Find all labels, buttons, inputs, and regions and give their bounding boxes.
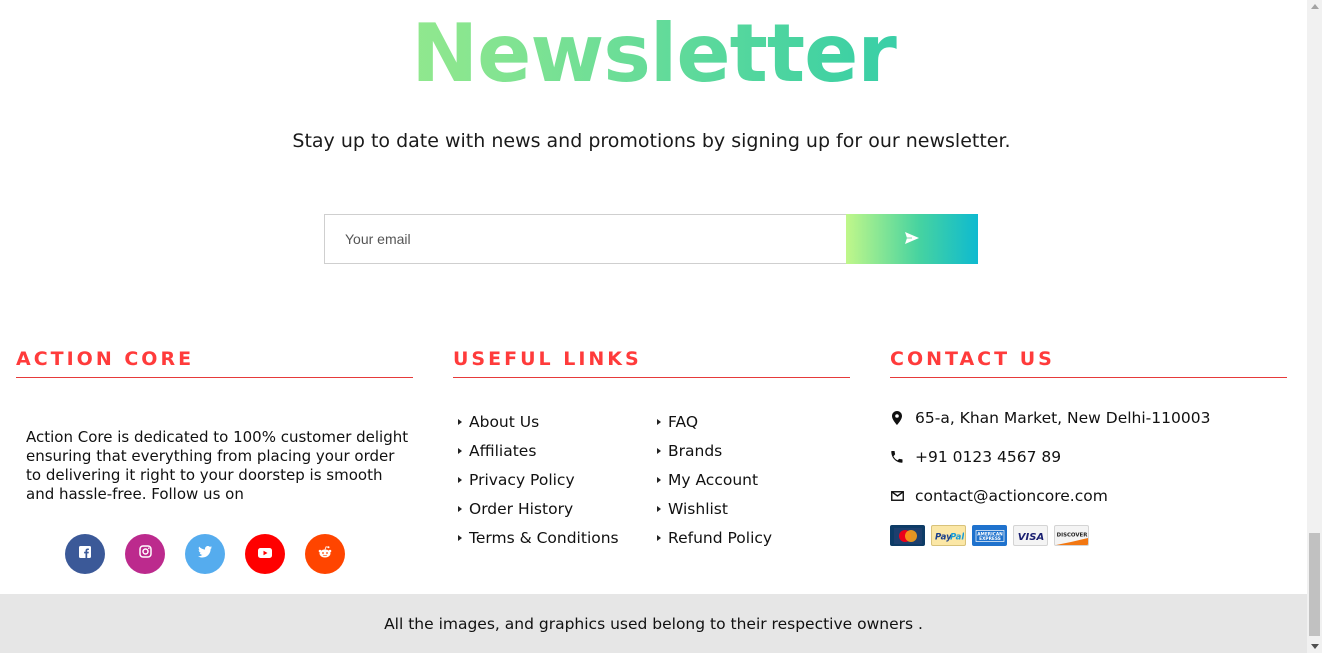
newsletter-subtitle: Stay up to date with news and promotions… [292, 130, 1011, 152]
svg-text:Pal: Pal [950, 532, 964, 542]
caret-right-icon [458, 476, 462, 483]
caret-right-icon [657, 447, 661, 454]
newsletter-form [324, 214, 978, 264]
twitter-button[interactable] [185, 534, 225, 574]
caret-right-icon [657, 418, 661, 425]
copyright-text: All the images, and graphics used belong… [384, 614, 923, 633]
social-links [65, 534, 345, 574]
mastercard-icon [890, 525, 925, 546]
instagram-icon [138, 545, 152, 563]
subscribe-button[interactable] [846, 214, 978, 264]
facebook-icon [79, 545, 91, 563]
visa-icon: VISA [1013, 525, 1048, 546]
useful-links-left: About Us Affiliates Privacy Policy Order… [458, 407, 619, 552]
newsletter-title: Newsletter [0, 8, 1307, 100]
svg-text:EXPRESS: EXPRESS [979, 536, 1001, 542]
link-faq[interactable]: FAQ [657, 407, 772, 436]
footer-bottom-bar: All the images, and graphics used belong… [0, 594, 1307, 653]
caret-right-icon [458, 418, 462, 425]
twitter-icon [198, 545, 212, 563]
instagram-button[interactable] [125, 534, 165, 574]
svg-text:VISA: VISA [1017, 532, 1043, 543]
reddit-icon [318, 545, 332, 563]
phone-icon [890, 449, 904, 465]
contact-email[interactable]: contact@actioncore.com [890, 485, 1108, 506]
link-refund-policy[interactable]: Refund Policy [657, 523, 772, 552]
link-order-history[interactable]: Order History [458, 494, 619, 523]
email-input[interactable] [324, 214, 846, 264]
caret-right-icon [458, 447, 462, 454]
caret-right-icon [458, 505, 462, 512]
caret-right-icon [458, 534, 462, 541]
link-about-us[interactable]: About Us [458, 407, 619, 436]
send-icon [905, 231, 919, 247]
contact-phone[interactable]: +91 0123 4567 89 [890, 446, 1061, 467]
facebook-button[interactable] [65, 534, 105, 574]
link-terms-conditions[interactable]: Terms & Conditions [458, 523, 619, 552]
mail-icon [890, 488, 904, 504]
map-pin-icon [890, 410, 904, 426]
caret-right-icon [657, 505, 661, 512]
link-my-account[interactable]: My Account [657, 465, 772, 494]
contact-address: 65-a, Khan Market, New Delhi-110003 [890, 407, 1210, 428]
scroll-down-icon[interactable] [1311, 644, 1319, 649]
payment-methods: Pay Pal AMERICAN EXPRESS VISA DISCOVER [890, 525, 1089, 546]
about-heading: Action Core [16, 346, 413, 378]
caret-right-icon [657, 476, 661, 483]
scroll-up-icon[interactable] [1311, 4, 1319, 9]
page: Newsletter Stay up to date with news and… [0, 0, 1307, 653]
useful-links-right: FAQ Brands My Account Wishlist Refund Po… [657, 407, 772, 552]
paypal-icon: Pay Pal [931, 525, 966, 546]
reddit-button[interactable] [305, 534, 345, 574]
link-affiliates[interactable]: Affiliates [458, 436, 619, 465]
link-privacy-policy[interactable]: Privacy Policy [458, 465, 619, 494]
discover-icon: DISCOVER [1054, 525, 1089, 546]
useful-links-heading: Useful Links [453, 346, 850, 378]
link-brands[interactable]: Brands [657, 436, 772, 465]
link-wishlist[interactable]: Wishlist [657, 494, 772, 523]
scroll-thumb[interactable] [1309, 533, 1320, 636]
about-description: Action Core is dedicated to 100% custome… [26, 428, 409, 503]
svg-text:DISCOVER: DISCOVER [1056, 532, 1087, 538]
caret-right-icon [657, 534, 661, 541]
contact-heading: Contact Us [890, 346, 1287, 378]
american-express-icon: AMERICAN EXPRESS [972, 525, 1007, 546]
youtube-icon [258, 545, 272, 563]
youtube-button[interactable] [245, 534, 285, 574]
page-scrollbar[interactable] [1307, 0, 1322, 653]
